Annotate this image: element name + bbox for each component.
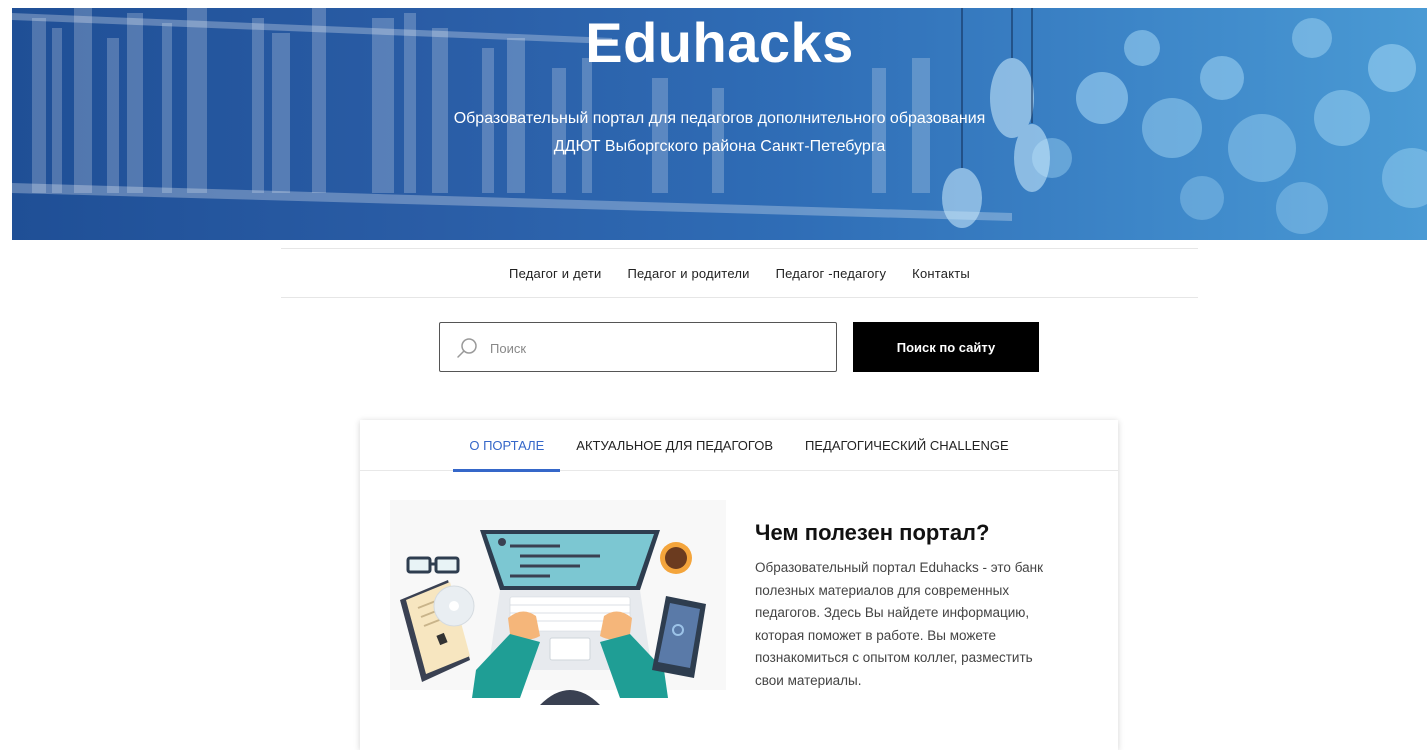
search-icon [457,338,477,358]
nav-item-teacher-parents[interactable]: Педагог и родители [614,266,762,281]
nav-item-contacts[interactable]: Контакты [899,266,983,281]
main-navigation: Педагог и дети Педагог и родители Педаго… [281,249,1198,297]
search-input[interactable] [490,335,820,361]
about-title: Чем полезен портал? [755,520,990,545]
site-subtitle: Образовательный портал для педагогов доп… [12,105,1427,161]
search-button[interactable]: Поиск по сайту [853,322,1039,372]
content-card: О ПОРТАЛЕ АКТУАЛЬНОЕ ДЛЯ ПЕДАГОГОВ ПЕДАГ… [360,420,1118,750]
subtitle-line-1: Образовательный портал для педагогов доп… [453,110,986,127]
site-title: Eduhacks [585,11,854,74]
tab-about-portal[interactable]: О ПОРТАЛЕ [453,420,561,472]
coffee-cup-icon [660,542,692,574]
search-field [439,322,837,372]
hero-banner: Eduhacks Образовательный портал для педа… [12,8,1427,240]
tab-pedagogical-challenge[interactable]: ПЕДАГОГИЧЕСКИЙ CHALLENGE [789,420,1025,471]
nav-divider-bottom [281,297,1198,298]
tab-bar: О ПОРТАЛЕ АКТУАЛЬНОЕ ДЛЯ ПЕДАГОГОВ ПЕДАГ… [360,420,1118,472]
nav-item-teacher-teacher[interactable]: Педагог -педагогу [763,266,900,281]
tab-relevant-for-teachers[interactable]: АКТУАЛЬНОЕ ДЛЯ ПЕДАГОГОВ [560,420,789,471]
subtitle-line-2: ДДЮТ Выборгского района Санкт-Петебурга [553,138,886,155]
laptop-illustration [390,500,726,705]
nav-item-teacher-children[interactable]: Педагог и дети [496,266,614,281]
about-text: Образовательный портал Eduhacks - это ба… [755,560,1043,688]
